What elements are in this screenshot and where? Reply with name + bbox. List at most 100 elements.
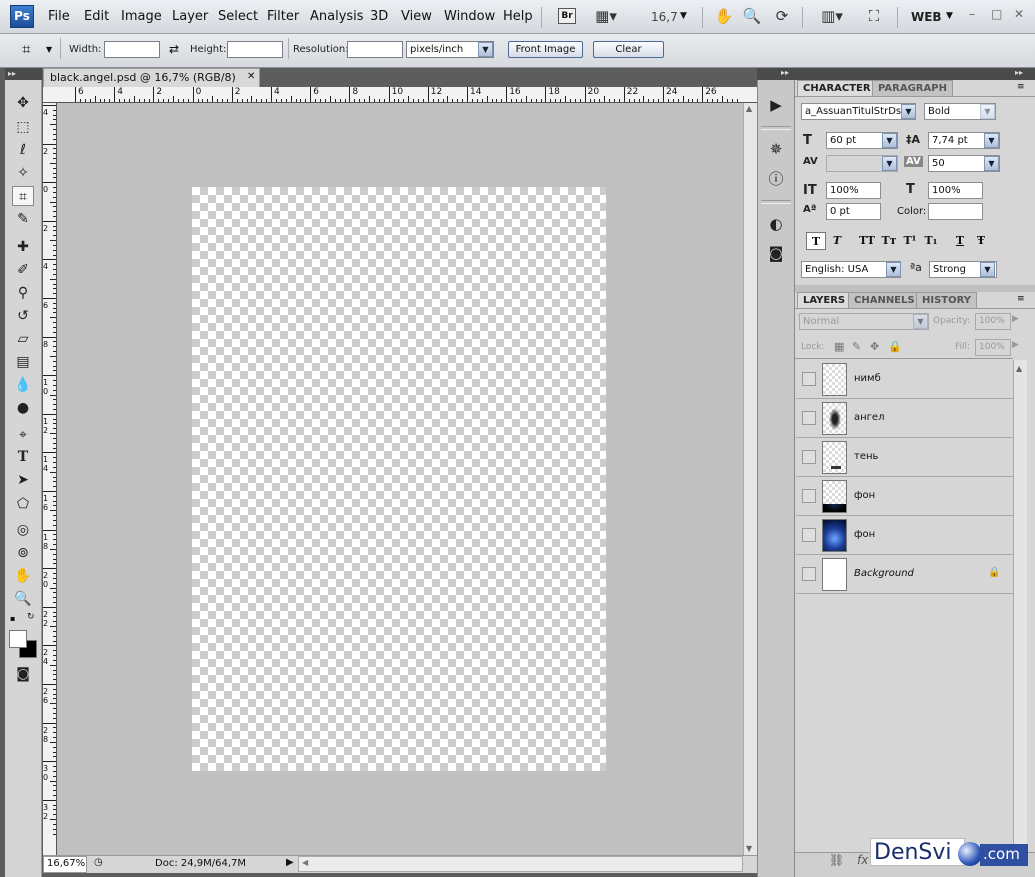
marquee-icon[interactable]: ⬚	[12, 117, 34, 137]
link-layers-icon[interactable]: ⛓	[829, 853, 844, 867]
lock-pixels-icon[interactable]: ✎	[852, 340, 861, 353]
height-input[interactable]	[227, 41, 283, 58]
foreground-color-swatch[interactable]	[9, 630, 27, 648]
lock-position-icon[interactable]: ✥	[870, 340, 879, 353]
menu-file[interactable]: File	[48, 9, 70, 24]
baseline-shift-input[interactable]: 0 pt	[826, 203, 881, 220]
layer-visibility-toggle[interactable]	[802, 450, 816, 464]
dodge-icon[interactable]: ●	[12, 398, 34, 418]
front-image-button[interactable]: Front Image	[508, 41, 583, 58]
opacity-input[interactable]: 100%	[975, 313, 1011, 330]
superscript-button[interactable]: T¹	[900, 232, 920, 250]
collapse-panels-icon[interactable]: ▸▸	[1015, 68, 1023, 77]
brush-icon[interactable]: ✐	[12, 260, 34, 280]
chevron-down-icon[interactable]: ▼	[984, 133, 999, 148]
zoom-tool-icon[interactable]: 🔍	[742, 7, 762, 27]
layer-row[interactable]: фон	[796, 516, 1013, 555]
masks-icon[interactable]: ◙	[766, 243, 786, 263]
menu-3d[interactable]: 3D	[370, 9, 388, 24]
vertical-scrollbar[interactable]	[743, 103, 757, 855]
tools-panel-header[interactable]: ▸▸	[5, 68, 42, 80]
tab-channels[interactable]: CHANNELS	[848, 292, 921, 308]
fill-slider-icon[interactable]: ▶	[1012, 340, 1019, 350]
menu-image[interactable]: Image	[121, 9, 162, 24]
bridge-button[interactable]: Br	[558, 8, 576, 24]
magic-wand-icon[interactable]: ✧	[12, 163, 34, 183]
tab-character[interactable]: CHARACTER	[797, 80, 877, 96]
layers-scrollbar[interactable]	[1013, 360, 1027, 852]
move-icon[interactable]: ✥	[12, 93, 34, 113]
minimize-icon[interactable]: –	[969, 7, 975, 21]
status-arrow-icon[interactable]: ▶	[286, 857, 294, 868]
crop-tool-preset-icon[interactable]: ⌗	[22, 40, 30, 58]
layer-row[interactable]: тень	[796, 438, 1013, 477]
menu-edit[interactable]: Edit	[84, 9, 109, 24]
panel-menu-icon[interactable]: ≡	[1017, 294, 1025, 304]
arrange-documents-icon[interactable]: ▥▾	[815, 7, 849, 27]
faux-italic-button[interactable]: T	[827, 232, 847, 250]
collapse-dock-icon[interactable]: ▸▸	[781, 68, 789, 77]
eyedropper-icon[interactable]: ✎	[12, 209, 34, 229]
type-icon[interactable]: T	[12, 447, 34, 467]
chevron-down-icon[interactable]: ▼	[901, 104, 916, 119]
healing-brush-icon[interactable]: ✚	[12, 237, 34, 257]
panel-menu-icon[interactable]: ≡	[1017, 82, 1025, 92]
3d-orbit-icon[interactable]: ⊚	[12, 543, 34, 563]
faux-bold-button[interactable]: T	[806, 232, 826, 250]
screen-mode-icon[interactable]: ⛶	[863, 7, 885, 27]
menu-filter[interactable]: Filter	[267, 9, 299, 24]
subscript-button[interactable]: T₁	[921, 232, 941, 250]
all-caps-button[interactable]: TT	[855, 232, 879, 250]
layer-row[interactable]: нимб	[796, 360, 1013, 399]
document-tab[interactable]: black.angel.psd @ 16,7% (RGB/8)	[43, 68, 260, 87]
resolution-unit-select[interactable]: pixels/inch ▼	[406, 41, 494, 58]
view-extras-icon[interactable]: ▦▾	[592, 7, 620, 27]
width-input[interactable]	[104, 41, 160, 58]
small-caps-button[interactable]: Tт	[878, 232, 900, 250]
chevron-down-icon[interactable]: ▼	[478, 42, 493, 57]
dock-header[interactable]	[757, 68, 795, 80]
navigator-icon[interactable]: ✵	[766, 139, 786, 159]
layer-row[interactable]: Background 🔒	[796, 555, 1013, 594]
chevron-down-icon[interactable]: ▼	[882, 133, 897, 148]
history-brush-icon[interactable]: ↺	[12, 306, 34, 326]
swap-colors-icon[interactable]: ↻	[27, 612, 35, 622]
scroll-up-icon[interactable]: ▲	[1016, 364, 1022, 373]
close-document-icon[interactable]: ✕	[247, 71, 255, 82]
workspace-switcher[interactable]: WEB	[911, 10, 942, 24]
hand-tool-icon[interactable]: ✋	[714, 7, 734, 27]
zoom-icon[interactable]: 🔍	[12, 589, 34, 609]
right-panels-header[interactable]	[795, 68, 1035, 80]
preset-dropdown-icon[interactable]: ▼	[46, 45, 52, 54]
scroll-down-icon[interactable]: ▼	[746, 844, 752, 853]
status-menu-icon[interactable]: ◷	[94, 857, 103, 868]
rotate-view-icon[interactable]: ⟳	[772, 7, 792, 27]
zoom-level[interactable]: 16,7	[651, 10, 678, 24]
eraser-icon[interactable]: ▱	[12, 329, 34, 349]
menu-window[interactable]: Window	[444, 9, 495, 24]
photoshop-logo[interactable]: Ps	[10, 5, 34, 28]
vertical-scale-input[interactable]: 100%	[826, 182, 881, 199]
quick-mask-icon[interactable]: ◙	[12, 664, 34, 684]
tab-paragraph[interactable]: PARAGRAPH	[872, 80, 953, 96]
gradient-icon[interactable]: ▤	[12, 352, 34, 372]
path-selection-icon[interactable]: ➤	[12, 470, 34, 490]
font-family-select[interactable]: a_AssuanTitulStrDst	[801, 103, 916, 120]
scroll-left-icon[interactable]: ◀	[302, 858, 308, 867]
menu-layer[interactable]: Layer	[172, 9, 208, 24]
layer-visibility-toggle[interactable]	[802, 528, 816, 542]
clone-stamp-icon[interactable]: ⚲	[12, 283, 34, 303]
lock-transparency-icon[interactable]: ▦	[834, 340, 844, 353]
tab-layers[interactable]: LAYERS	[797, 292, 852, 308]
strikethrough-button[interactable]: Ŧ	[971, 232, 991, 250]
horizontal-scrollbar[interactable]	[298, 856, 743, 872]
chevron-down-icon[interactable]: ▼	[984, 156, 999, 171]
actions-icon[interactable]: ▶	[766, 95, 786, 115]
chevron-down-icon[interactable]: ▼	[980, 262, 995, 277]
layer-visibility-toggle[interactable]	[802, 567, 816, 581]
layer-style-icon[interactable]: fx	[857, 853, 868, 867]
close-icon[interactable]: ✕	[1014, 7, 1024, 21]
menu-select[interactable]: Select	[218, 9, 258, 24]
lasso-icon[interactable]: ℓ	[12, 140, 34, 160]
info-icon[interactable]: ⓘ	[766, 169, 786, 189]
